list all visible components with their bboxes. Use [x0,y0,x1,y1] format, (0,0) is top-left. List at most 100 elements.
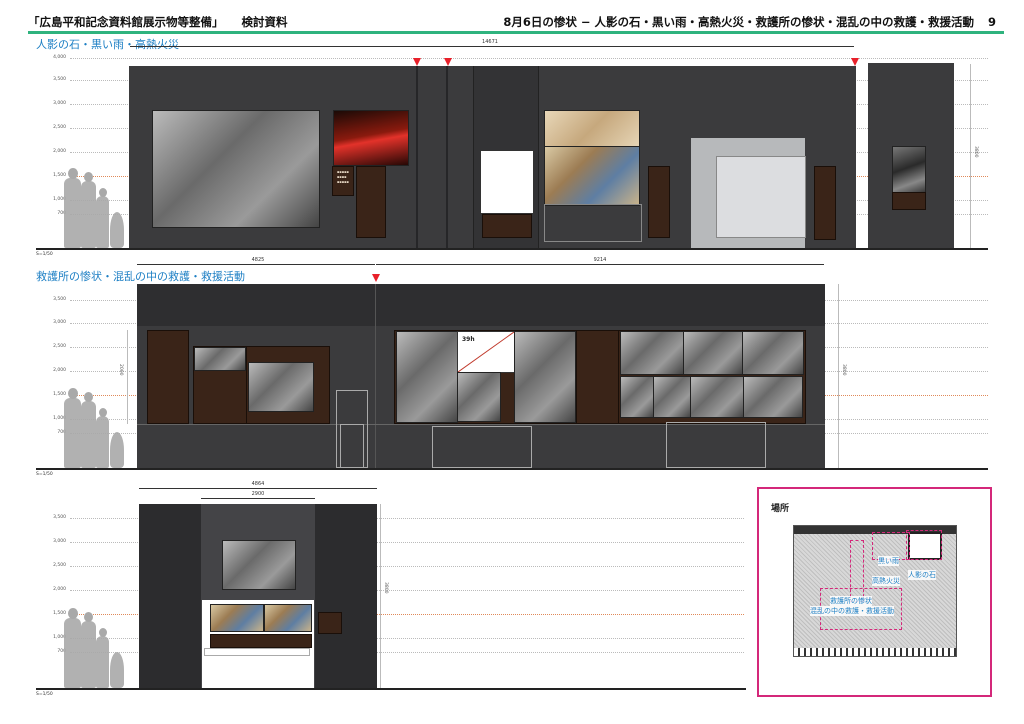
marker-arrow [413,58,421,66]
scale-note: S=1/50 [36,472,53,477]
scale-note: S=1/50 [36,692,53,697]
photo-scroll [544,110,640,148]
display-shelf [204,648,310,656]
scale-label: 4,000 [53,55,66,60]
page-heading: 8月6日の惨状 − 人影の石・黒い雨・高熱火災・救護所の惨状・混乱の中の救護・救… [503,14,996,30]
door-outline-inner [340,424,364,468]
wall-joint [375,284,376,469]
marker-arrow [444,58,452,66]
doc-title: 「広島平和記念資料館展示物等整備」 検討資料 [28,14,288,30]
text-panel-document [480,150,534,214]
scale-label: 1,500 [53,611,66,616]
title-panel-rain [648,166,670,238]
scale-label: 1,500 [53,392,66,397]
title-panel-stone [814,166,836,240]
display-case [544,204,642,242]
display-case [432,426,532,468]
title-panel-fire [356,166,386,238]
photo-relief-5 [742,331,804,375]
caption-panel: ▪▪▪▪▪ ▪▪▪▪ ▪▪▪▪▪ [332,166,354,196]
caption-panel [210,634,312,648]
map-label-relief-2: 混乱の中の救護・救援活動 [810,606,894,616]
chart-panel: 39h [457,331,515,373]
scale-label: 3,000 [53,320,66,325]
scale-label: 1,000 [53,197,66,202]
photo-injured [396,331,458,423]
section-1-title: 人影の石・黒い雨・高熱火災 [36,38,179,51]
height-dimension-label: 3800 [383,582,388,594]
chart-panel-diagonal [458,332,514,372]
marker-arrow [851,58,859,66]
height-dimension-label: 3800 [841,364,846,376]
section-2-title: 救護所の惨状・混乱の中の救護・救援活動 [36,270,245,283]
section-2-wall-header [137,284,825,326]
title-panel-relief [147,330,189,424]
scale-label: 2,500 [53,344,66,349]
dimension-label: 4825 [251,257,265,263]
photo-relief-7 [653,376,691,418]
plan-bottom-strip [794,648,956,656]
photo-artwork [544,146,640,206]
floor-line [36,468,988,470]
map-label-shadow-stone: 人影の石 [908,570,936,580]
photo-ruins [152,110,320,228]
scale-label: 700 [57,649,66,654]
dimension-line [376,264,824,265]
caption-panel [892,192,926,210]
photo-relief-6 [620,376,654,418]
photo-relief-1 [194,347,246,371]
shadow-stone-slab [716,156,806,238]
wall-joint [416,66,418,249]
photo-injured-3 [514,331,576,423]
dimension-line [201,498,315,499]
area-outline-stone [906,530,942,560]
map-label-relief-1: 救護所の惨状 [830,596,872,606]
scale-note: S=1/50 [36,252,53,257]
scale-label: 3,000 [53,101,66,106]
dimension-line [130,46,854,47]
photo-shadow [892,146,926,194]
photo-relief-3 [620,331,684,375]
scale-label: 1,000 [53,635,66,640]
caption-panel-side [318,612,342,634]
floor-plan: 黒い雨 高熱火災 人影の石 救護所の惨状 混乱の中の救護・救援活動 [793,525,957,657]
caption-panel [482,214,532,238]
doc-title-main: 「広島平和記念資料館展示物等整備」 [28,15,224,29]
dimension-label: 2900 [251,491,265,497]
page-heading-text: 8月6日の惨状 − 人影の石・黒い雨・高熱火災・救護所の惨状・混乱の中の救護・救… [503,15,974,29]
header-rule [28,31,1004,34]
photo-relief-8 [690,376,744,418]
doc-title-sub: 検討資料 [241,15,288,29]
scale-label: 3,500 [53,297,66,302]
location-map: 場所 黒い雨 高熱火災 人影の石 救護所の惨状 混乱の中の救護・救援活動 [757,487,992,697]
scale-label: 2,500 [53,125,66,130]
map-label-fire: 高熱火災 [872,576,900,586]
photo-injured-2 [457,372,501,422]
display-case [666,422,766,468]
scale-label: 1,000 [53,416,66,421]
page-number: 9 [987,15,996,29]
dimension-label: 14671 [482,39,498,45]
title-panel-relief-2 [576,330,620,424]
height-dimension-label: 2000 [118,364,123,376]
scale-label: 1,500 [53,173,66,178]
scale-label: 2,500 [53,563,66,568]
scale-label: 700 [57,430,66,435]
scale-label: 3,000 [53,539,66,544]
photo-bodies [222,540,296,590]
photo-relief-4 [683,331,743,375]
dimension-line [139,488,377,489]
dimension-label: 4864 [251,481,265,487]
dimension-line [137,264,375,265]
scale-label: 3,500 [53,77,66,82]
scale-label: 700 [57,211,66,216]
floor-line [36,688,746,690]
scale-label: 2,000 [53,587,66,592]
photo-painting-2 [264,604,312,632]
photo-relief-2 [248,362,314,412]
photo-painting-1 [210,604,264,632]
marker-arrow [372,274,380,282]
photo-relief-9 [743,376,803,418]
dimension-label: 9214 [593,257,607,263]
height-dimension [838,284,839,468]
